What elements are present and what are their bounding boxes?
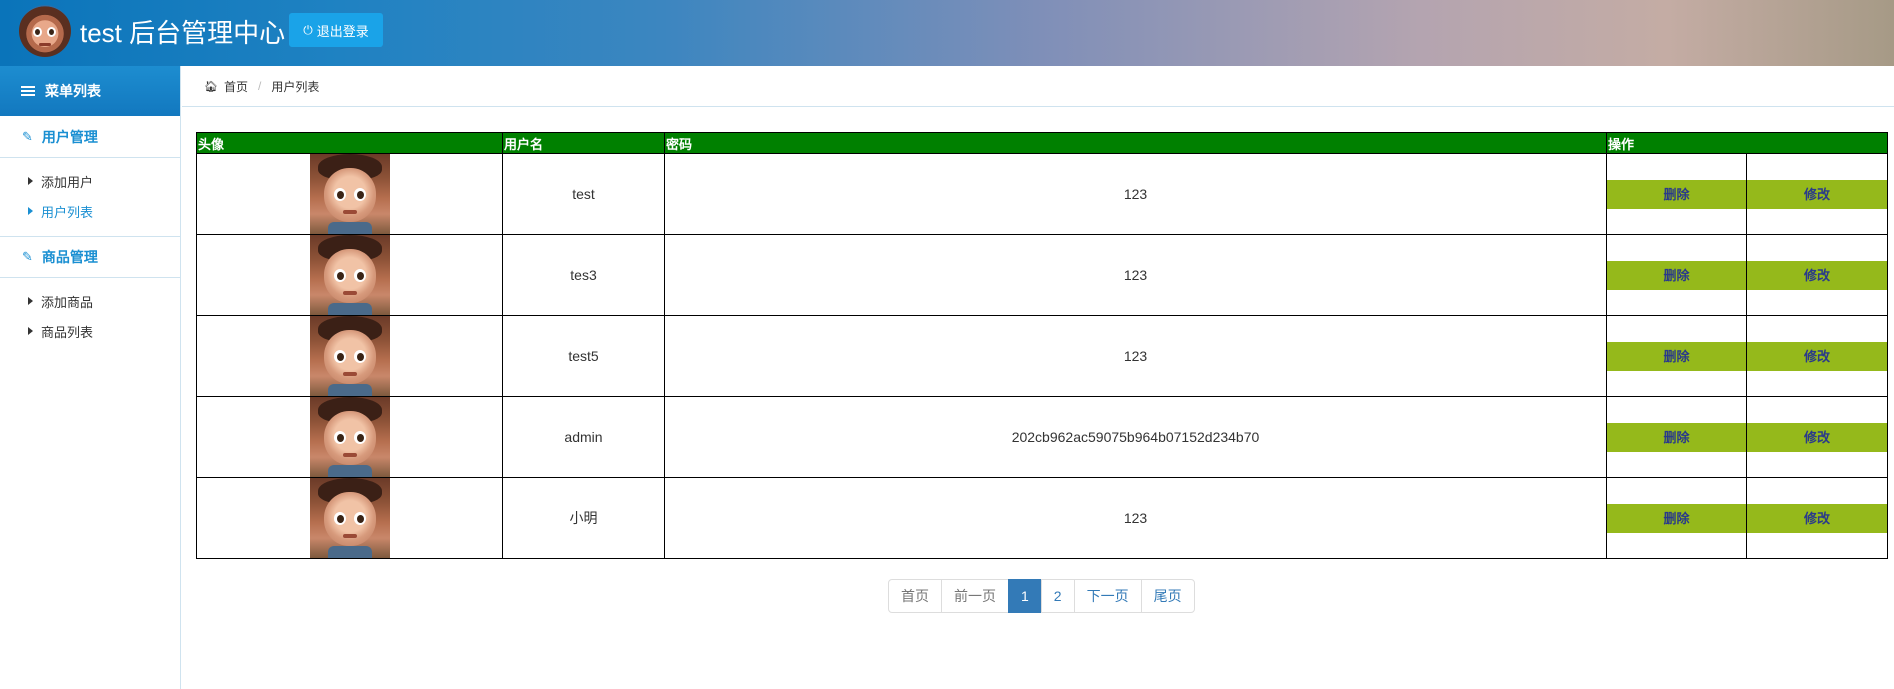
delete-cell: 删除 — [1606, 315, 1747, 397]
caret-right-icon — [28, 297, 33, 305]
edit-cell: 修改 — [1745, 234, 1889, 316]
page-1-button[interactable]: 1 — [1008, 579, 1042, 613]
edit-icon: ✎ — [22, 249, 33, 264]
menu-header: 菜单列表 — [0, 66, 180, 116]
edit-icon: ✎ — [22, 128, 33, 144]
prev-page-button[interactable]: 前一页 — [941, 579, 1009, 613]
user-avatar — [309, 478, 390, 558]
caret-right-icon — [28, 327, 33, 335]
caret-right-icon — [28, 177, 33, 185]
avatar-cell — [196, 234, 503, 316]
username-cell: tes3 — [502, 234, 665, 316]
username-cell: test — [502, 153, 665, 235]
password-cell: 123 — [664, 315, 1607, 397]
column-header-username: 用户名 — [502, 132, 665, 154]
username-cell: 小明 — [502, 477, 665, 559]
sidebar-item-add-user[interactable]: 添加用户 — [0, 166, 180, 196]
password-cell: 202cb962ac59075b964b07152d234b70 — [664, 396, 1607, 478]
pagination: 首页 前一页 1 2 下一页 尾页 — [888, 579, 1195, 613]
sidebar-group-user-management[interactable]: ✎ 用户管理 — [0, 116, 180, 158]
username-cell: test5 — [502, 315, 665, 397]
sidebar-group-product-management[interactable]: ✎ 商品管理 — [0, 236, 180, 278]
user-avatar — [309, 154, 390, 234]
user-avatar — [309, 397, 390, 477]
edit-button[interactable]: 修改 — [1747, 422, 1888, 452]
top-header: test 后台管理中心 ⏻ 退出登录 — [0, 0, 1894, 66]
edit-button[interactable]: 修改 — [1747, 179, 1888, 209]
edit-button[interactable]: 修改 — [1747, 503, 1888, 533]
password-cell: 123 — [664, 153, 1607, 235]
column-header-actions: 操作 — [1605, 132, 1889, 154]
avatar-logo — [19, 5, 71, 57]
delete-button[interactable]: 删除 — [1607, 341, 1746, 371]
edit-button[interactable]: 修改 — [1747, 260, 1888, 290]
edit-cell: 修改 — [1745, 477, 1889, 559]
delete-button[interactable]: 删除 — [1607, 503, 1746, 533]
table-row: test5 123 删除 修改 — [196, 315, 1889, 397]
avatar-cell — [196, 315, 503, 397]
sidebar-item-label: 添加用户 — [41, 174, 94, 190]
page-2-button[interactable]: 2 — [1040, 579, 1075, 613]
home-icon: 🏠︎ — [204, 80, 218, 93]
group-label: 用户管理 — [41, 128, 98, 145]
edit-button[interactable]: 修改 — [1747, 341, 1888, 371]
column-header-password: 密码 — [664, 132, 1607, 154]
table-row: 小明 123 删除 修改 — [196, 477, 1889, 559]
list-icon — [21, 85, 35, 97]
edit-cell: 修改 — [1745, 153, 1889, 235]
column-header-avatar: 头像 — [196, 132, 503, 154]
logout-label: 退出登录 — [316, 23, 369, 39]
breadcrumb-current: 用户列表 — [271, 79, 320, 94]
site-title: test 后台管理中心 — [80, 18, 286, 48]
table-header-row: 头像 用户名 密码 操作 — [196, 132, 1889, 154]
caret-right-icon — [28, 207, 33, 215]
delete-button[interactable]: 删除 — [1607, 179, 1746, 209]
power-icon: ⏻ — [303, 23, 313, 37]
password-cell: 123 — [664, 234, 1607, 316]
group-label: 商品管理 — [41, 249, 98, 265]
logout-button[interactable]: ⏻ 退出登录 — [289, 13, 383, 47]
avatar-cell — [196, 153, 503, 235]
password-cell: 123 — [664, 477, 1607, 559]
sidebar: 菜单列表 ✎ 用户管理 添加用户 用户列表 ✎ 商品管理 添加商品 商品列表 — [0, 66, 181, 689]
sidebar-item-label: 用户列表 — [41, 204, 94, 220]
breadcrumb-home[interactable]: 首页 — [224, 78, 248, 95]
table-row: admin 202cb962ac59075b964b07152d234b70 删… — [196, 396, 1889, 478]
sidebar-item-label: 添加商品 — [41, 294, 94, 310]
edit-cell: 修改 — [1745, 315, 1889, 397]
avatar-cell — [196, 477, 503, 559]
delete-button[interactable]: 删除 — [1607, 422, 1746, 452]
menu-title: 菜单列表 — [45, 83, 101, 99]
delete-button[interactable]: 删除 — [1607, 260, 1746, 290]
avatar-cell — [196, 396, 503, 478]
sidebar-item-user-list[interactable]: 用户列表 — [0, 196, 180, 226]
delete-cell: 删除 — [1606, 153, 1747, 235]
table-row: tes3 123 删除 修改 — [196, 234, 1889, 316]
delete-cell: 删除 — [1606, 234, 1747, 316]
user-table: 头像 用户名 密码 操作 test 123 删除 修改 tes3 123 删除 … — [196, 132, 1889, 559]
sidebar-item-product-list[interactable]: 商品列表 — [0, 316, 180, 346]
last-page-button[interactable]: 尾页 — [1140, 579, 1195, 613]
first-page-button[interactable]: 首页 — [888, 579, 942, 613]
next-page-button[interactable]: 下一页 — [1073, 579, 1142, 613]
delete-cell: 删除 — [1606, 477, 1747, 559]
user-submenu: 添加用户 用户列表 — [0, 158, 180, 230]
user-avatar — [309, 235, 390, 315]
breadcrumb-separator: / — [257, 79, 262, 93]
edit-cell: 修改 — [1745, 396, 1889, 478]
sidebar-item-label: 商品列表 — [41, 324, 94, 340]
username-cell: admin — [502, 396, 665, 478]
delete-cell: 删除 — [1606, 396, 1747, 478]
product-submenu: 添加商品 商品列表 — [0, 278, 180, 350]
table-row: test 123 删除 修改 — [196, 153, 1889, 235]
user-avatar — [309, 316, 390, 396]
sidebar-item-add-product[interactable]: 添加商品 — [0, 286, 180, 316]
breadcrumb: 🏠︎ 首页 / 用户列表 — [182, 66, 1894, 107]
